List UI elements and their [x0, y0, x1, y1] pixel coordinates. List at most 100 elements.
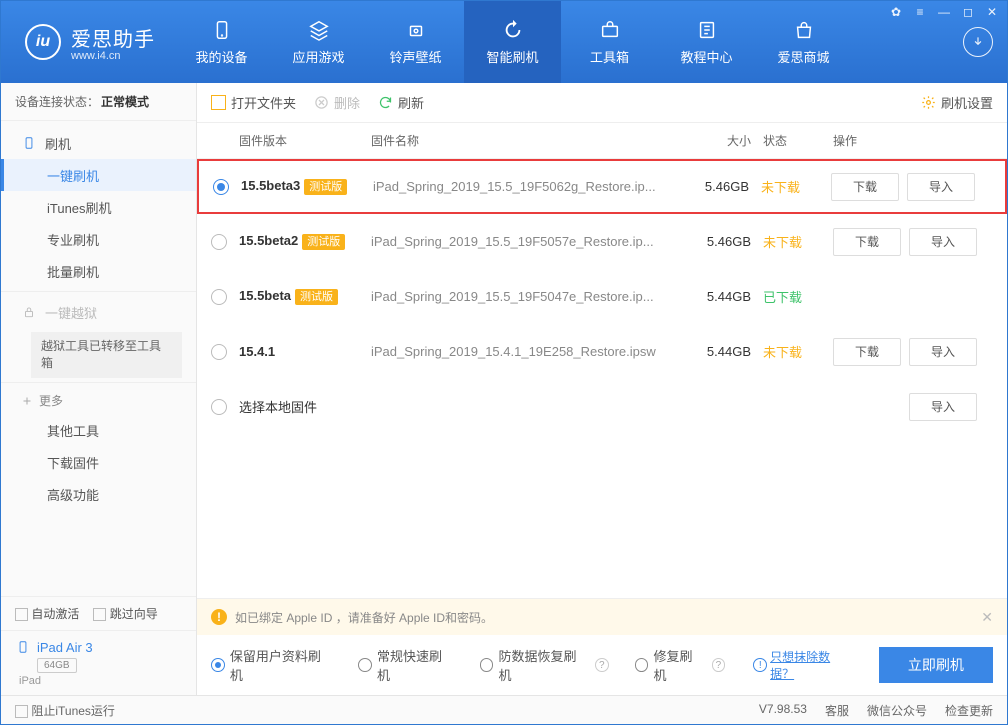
- store-icon: [792, 18, 816, 42]
- sys-close-icon[interactable]: ✕: [985, 5, 999, 19]
- beta-badge: 测试版: [304, 179, 347, 195]
- sys-min-icon[interactable]: —: [937, 5, 951, 19]
- col-status[interactable]: 状态: [763, 132, 833, 149]
- firmware-radio[interactable]: [211, 344, 227, 360]
- firmware-name: iPad_Spring_2019_15.5_19F5047e_Restore.i…: [371, 289, 677, 304]
- flash-now-button[interactable]: 立即刷机: [879, 647, 993, 683]
- open-folder-button[interactable]: 打开文件夹: [211, 93, 296, 112]
- footer-check-update[interactable]: 检查更新: [945, 702, 993, 719]
- sidebar-item[interactable]: 一键刷机: [1, 159, 196, 191]
- download-circle-icon[interactable]: [963, 27, 993, 57]
- flash-opt-antirecover[interactable]: 防数据恢复刷机?: [480, 646, 609, 684]
- col-size[interactable]: 大小: [677, 132, 763, 149]
- device-connection-status: 设备连接状态：正常模式: [1, 83, 196, 121]
- firmware-size: 5.44GB: [677, 344, 763, 359]
- firmware-status: 未下载: [761, 177, 831, 196]
- top-tab-toolbox[interactable]: 工具箱: [561, 1, 658, 83]
- auto-activate-checkbox[interactable]: 自动激活: [15, 605, 79, 622]
- footer-service[interactable]: 客服: [825, 702, 849, 719]
- refresh-button[interactable]: 刷新: [378, 93, 424, 112]
- device-capacity: 64GB: [37, 658, 77, 673]
- local-fw-label: 选择本地固件: [239, 397, 677, 416]
- top-tab-flash[interactable]: 智能刷机: [464, 1, 561, 83]
- beta-badge: 测试版: [302, 234, 345, 250]
- jailbreak-note: 越狱工具已转移至工具箱: [31, 332, 182, 378]
- warning-close-icon[interactable]: ✕: [981, 609, 993, 626]
- sys-menu-icon[interactable]: ≡: [913, 5, 927, 19]
- sidebar-item[interactable]: 高级功能: [1, 479, 196, 511]
- block-itunes-checkbox[interactable]: 阻止iTunes运行: [15, 702, 115, 719]
- logo-area: iu 爱思助手 www.i4.cn: [1, 23, 173, 62]
- table-header: 固件版本 固件名称 大小 状态 操作: [197, 123, 1007, 159]
- firmware-row[interactable]: 15.5beta测试版 iPad_Spring_2019_15.5_19F504…: [197, 269, 1007, 324]
- sidebar-activation-row: 自动激活 跳过向导: [1, 596, 196, 630]
- sidebar-item[interactable]: 下载固件: [1, 447, 196, 479]
- content-toolbar: 打开文件夹 删除 刷新 刷机设置: [197, 83, 1007, 123]
- firmware-size: 5.44GB: [677, 289, 763, 304]
- help-icon[interactable]: ?: [595, 658, 609, 672]
- firmware-name: iPad_Spring_2019_15.5_19F5062g_Restore.i…: [373, 179, 675, 194]
- download-button[interactable]: 下载: [833, 338, 901, 366]
- top-tab-ringtone[interactable]: 铃声壁纸: [367, 1, 464, 83]
- local-firmware-row[interactable]: 选择本地固件 导入: [197, 379, 1007, 434]
- skip-guide-checkbox[interactable]: 跳过向导: [93, 605, 157, 622]
- download-button[interactable]: 下载: [833, 228, 901, 256]
- flash-icon: [21, 135, 37, 151]
- local-fw-radio[interactable]: [211, 399, 227, 415]
- firmware-radio[interactable]: [213, 179, 229, 195]
- warning-icon: !: [211, 609, 227, 625]
- firmware-row[interactable]: 15.4.1 iPad_Spring_2019_15.4.1_19E258_Re…: [197, 324, 1007, 379]
- import-button[interactable]: 导入: [909, 338, 977, 366]
- ringtone-icon: [404, 18, 428, 42]
- col-version[interactable]: 固件版本: [239, 132, 371, 149]
- info-icon[interactable]: !: [753, 658, 767, 672]
- device-icon: [15, 639, 31, 655]
- sidebar-group-more[interactable]: 更多: [1, 387, 196, 415]
- firmware-size: 5.46GB: [677, 234, 763, 249]
- footer-wechat[interactable]: 微信公众号: [867, 702, 927, 719]
- firmware-size: 5.46GB: [675, 179, 761, 194]
- top-nav: 我的设备应用游戏铃声壁纸智能刷机工具箱教程中心爱思商城: [173, 1, 852, 83]
- sidebar-item[interactable]: iTunes刷机: [1, 191, 196, 223]
- import-button[interactable]: 导入: [907, 173, 975, 201]
- flash-icon: [501, 18, 525, 42]
- firmware-version: 15.5beta2测试版: [239, 233, 371, 250]
- top-tab-tutorial[interactable]: 教程中心: [658, 1, 755, 83]
- flash-options-row: 保留用户资料刷机 常规快速刷机 防数据恢复刷机? 修复刷机? !只想抹除数据？ …: [197, 635, 1007, 695]
- flash-opt-repair[interactable]: 修复刷机?: [635, 646, 726, 684]
- col-name[interactable]: 固件名称: [371, 132, 677, 149]
- sidebar: 设备连接状态：正常模式 刷机 一键刷机iTunes刷机专业刷机批量刷机 一键越狱…: [1, 83, 197, 695]
- toolbox-icon: [598, 18, 622, 42]
- download-button[interactable]: 下载: [831, 173, 899, 201]
- import-local-button[interactable]: 导入: [909, 393, 977, 421]
- firmware-status: 未下载: [763, 232, 833, 251]
- firmware-row[interactable]: 15.5beta2测试版 iPad_Spring_2019_15.5_19F50…: [197, 214, 1007, 269]
- flash-settings-button[interactable]: 刷机设置: [921, 93, 993, 112]
- sidebar-item[interactable]: 批量刷机: [1, 255, 196, 287]
- firmware-row[interactable]: 15.5beta3测试版 iPad_Spring_2019_15.5_19F50…: [197, 159, 1007, 214]
- top-tab-store[interactable]: 爱思商城: [755, 1, 852, 83]
- sidebar-item[interactable]: 其他工具: [1, 415, 196, 447]
- sidebar-item-jailbreak: 一键越狱: [1, 296, 196, 328]
- import-button[interactable]: 导入: [909, 228, 977, 256]
- flash-opt-normal[interactable]: 常规快速刷机: [358, 646, 454, 684]
- device-info[interactable]: iPad Air 3 64GB iPad: [1, 630, 196, 695]
- top-tab-apps[interactable]: 应用游戏: [270, 1, 367, 83]
- firmware-status: 未下载: [763, 342, 833, 361]
- sys-max-icon[interactable]: ◻: [961, 5, 975, 19]
- help-icon[interactable]: ?: [712, 658, 726, 672]
- warning-text: 如已绑定 Apple ID ，请准备好 Apple ID和密码。: [235, 609, 493, 626]
- status-bar: 阻止iTunes运行 V7.98.53 客服 微信公众号 检查更新: [1, 695, 1007, 724]
- erase-data-link[interactable]: 只想抹除数据？: [770, 648, 853, 682]
- col-operation: 操作: [833, 132, 993, 149]
- firmware-radio[interactable]: [211, 234, 227, 250]
- firmware-radio[interactable]: [211, 289, 227, 305]
- top-tab-device[interactable]: 我的设备: [173, 1, 270, 83]
- device-name-label: iPad Air 3: [37, 640, 93, 655]
- flash-opt-keepdata[interactable]: 保留用户资料刷机: [211, 646, 332, 684]
- firmware-version: 15.4.1: [239, 344, 371, 359]
- sidebar-item[interactable]: 专业刷机: [1, 223, 196, 255]
- sidebar-group-flash[interactable]: 刷机: [1, 127, 196, 159]
- warning-bar: ! 如已绑定 Apple ID ，请准备好 Apple ID和密码。 ✕: [197, 599, 1007, 635]
- sys-settings-icon[interactable]: ✿: [889, 5, 903, 19]
